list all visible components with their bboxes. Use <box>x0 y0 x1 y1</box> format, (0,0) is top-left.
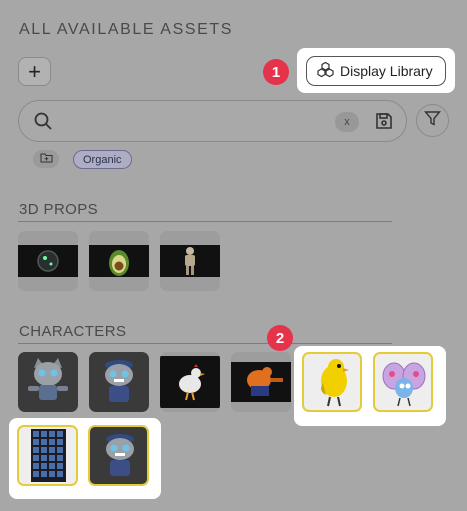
sprite-sheet-image <box>31 429 66 482</box>
cat-character-image <box>28 358 68 400</box>
section-divider <box>18 343 392 344</box>
section-title-3d-props: 3D PROPS <box>19 201 99 218</box>
filter-button[interactable] <box>416 104 449 137</box>
step-badge-1: 1 <box>263 59 289 85</box>
filter-icon <box>423 110 442 132</box>
search-icon[interactable] <box>33 111 53 136</box>
prop-thumbnail-astronaut[interactable] <box>160 231 220 291</box>
display-library-button[interactable]: Display Library <box>306 56 446 86</box>
prop-thumbnail-avocado[interactable] <box>89 231 149 291</box>
character-thumbnail-cat[interactable] <box>18 352 78 412</box>
section-title-characters: CHARACTERS <box>19 323 127 340</box>
character-thumbnail-angry-cat-2[interactable] <box>88 425 149 486</box>
search-bar: x <box>18 100 407 142</box>
butterfly-image <box>382 362 426 407</box>
save-search-icon[interactable] <box>374 111 394 136</box>
panel-title: ALL AVAILABLE ASSETS <box>19 21 234 38</box>
chicken-character-image <box>179 364 205 401</box>
search-input[interactable] <box>63 109 325 135</box>
angry-cat-character-image-2 <box>106 434 134 476</box>
robot-sphere-image <box>37 250 59 272</box>
character-thumbnail-angry-cat[interactable] <box>89 352 149 412</box>
step-badge-2: 2 <box>267 325 293 351</box>
avocado-image <box>109 250 129 276</box>
prop-thumbnail-robot-sphere[interactable] <box>18 231 78 291</box>
character-thumbnail-butterfly[interactable] <box>373 352 433 412</box>
cubes-icon <box>317 61 334 81</box>
display-library-label: Display Library <box>340 63 433 79</box>
folder-icon <box>40 150 53 168</box>
plus-icon: + <box>28 58 41 84</box>
yellow-bird-image <box>321 359 349 407</box>
clear-search-button[interactable]: x <box>335 112 359 132</box>
character-thumbnail-yellow-bird[interactable] <box>302 352 362 412</box>
character-thumbnail-chicken[interactable] <box>160 352 220 412</box>
angry-cat-character-image <box>105 360 133 402</box>
tag-chip-organic[interactable]: Organic <box>73 150 132 169</box>
section-divider <box>18 221 392 222</box>
character-thumbnail-orange-creature[interactable] <box>231 352 291 412</box>
folder-filter-chip[interactable] <box>33 150 59 168</box>
astronaut-image <box>185 247 195 275</box>
character-thumbnail-sprite-sheet[interactable] <box>17 425 78 486</box>
add-asset-button[interactable]: + <box>18 57 51 86</box>
orange-creature-image <box>247 367 283 396</box>
